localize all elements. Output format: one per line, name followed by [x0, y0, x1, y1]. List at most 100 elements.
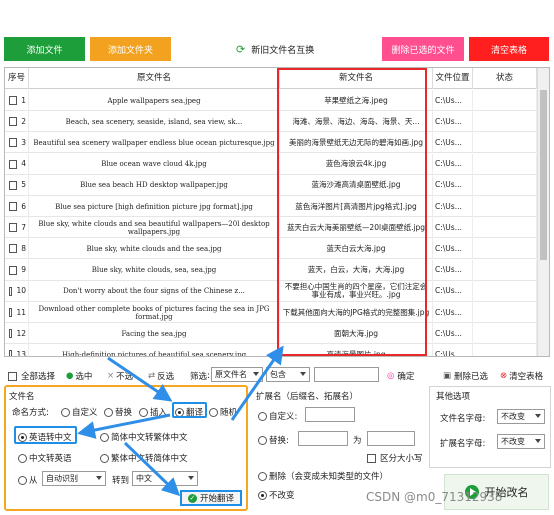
row-checkbox[interactable]: [9, 138, 18, 148]
fname-case-select[interactable]: 不改变: [497, 409, 545, 424]
ext-opt-no-change[interactable]: 不改变: [258, 489, 295, 501]
row-checkbox[interactable]: [9, 117, 18, 127]
row-checkbox[interactable]: [9, 223, 18, 233]
check-icon: ●: [66, 371, 74, 381]
row-status: [473, 90, 537, 111]
new-name-highlight: [277, 68, 427, 356]
ext-replace-to-input[interactable]: [367, 431, 415, 446]
ext-case-select[interactable]: 不改变: [497, 434, 545, 449]
row-index[interactable]: 13: [5, 344, 29, 356]
row-checkbox[interactable]: [9, 96, 18, 105]
chevron-down-icon: [300, 372, 306, 376]
row-location: C:\Us...: [433, 238, 473, 260]
row-checkbox[interactable]: [9, 159, 18, 169]
row-status: [473, 153, 537, 175]
row-index[interactable]: 11: [5, 302, 29, 323]
select-all-checkbox[interactable]: 全部选择: [8, 370, 55, 382]
filter-confirm-button[interactable]: ◎ 确定: [387, 370, 414, 382]
chevron-down-icon: [253, 372, 259, 376]
delete-checked-button[interactable]: ▣ 删除已选: [443, 370, 488, 382]
ext-opt-replace[interactable]: 替换:: [258, 434, 289, 446]
opt-simplified-to-traditional[interactable]: 简体中文转繁体中文: [100, 431, 188, 443]
row-original-name: Blue sky, white clouds and sea beautiful…: [29, 217, 280, 239]
row-index[interactable]: 12: [5, 323, 29, 345]
row-checkbox[interactable]: [9, 286, 13, 296]
row-checkbox[interactable]: [9, 329, 13, 339]
start-translate-button[interactable]: ✓ 开始翻译: [180, 490, 242, 506]
row-checkbox[interactable]: [9, 180, 18, 190]
row-checkbox[interactable]: [9, 308, 13, 317]
row-location: C:\Us...: [433, 132, 473, 154]
ext-opt-delete[interactable]: 删除（会变成未知类型的文件）: [258, 470, 388, 482]
row-status: [473, 238, 537, 260]
en-to-zh-highlight: [14, 426, 77, 444]
row-original-name: Blue sea picture [high definition pictur…: [29, 196, 280, 217]
naming-opt-replace[interactable]: 替换: [104, 406, 132, 418]
unselect-button[interactable]: × 不选: [107, 370, 133, 382]
invert-button[interactable]: ⇄ 反选: [148, 370, 174, 382]
swap-button[interactable]: ⟳ 新旧文件名互换: [236, 41, 314, 57]
row-index[interactable]: 2: [5, 111, 29, 133]
add-file-button[interactable]: 添加文件: [4, 37, 85, 61]
delete-selected-files-button[interactable]: 删除已选的文件: [382, 37, 464, 61]
to-language-select[interactable]: 中文: [132, 471, 198, 486]
filter-input[interactable]: [314, 367, 379, 382]
table-scrollbar[interactable]: [537, 68, 549, 356]
col-location: 文件位置: [433, 68, 473, 89]
row-status: [473, 259, 537, 281]
filename-panel-title: 文件名: [9, 392, 35, 402]
scrollbar-thumb[interactable]: [540, 90, 547, 260]
clear-table-button[interactable]: 清空表格: [469, 37, 549, 61]
row-index[interactable]: 8: [5, 238, 29, 260]
ext-replace-from-input[interactable]: [298, 431, 348, 446]
row-index[interactable]: 9: [5, 259, 29, 281]
row-status: [473, 302, 537, 323]
translate-highlight: [172, 402, 207, 418]
filter-op-select[interactable]: 包含: [266, 367, 310, 382]
trash-icon: ▣: [443, 371, 452, 381]
row-original-name: Don't worry about the four signs of the …: [29, 280, 280, 302]
opt-traditional-to-simplified[interactable]: 繁体中文转简体中文: [100, 452, 188, 464]
ext-case-checkbox[interactable]: 区分大小写: [367, 452, 423, 464]
ext-panel-title: 扩展名（后缀名、拓展名）: [256, 392, 359, 402]
row-location: C:\Us...: [433, 153, 473, 175]
row-index[interactable]: 1: [5, 90, 29, 111]
ext-case-label: 扩展名字母:: [440, 439, 486, 449]
invert-icon: ⇄: [148, 371, 156, 381]
row-original-name: Blue sea beach HD desktop wallpaper.jpg: [29, 174, 280, 196]
clear-list-button[interactable]: ⊗ 清空表格: [500, 370, 543, 382]
naming-label: 命名方式:: [12, 408, 49, 418]
row-status: [473, 217, 537, 239]
row-status: [473, 132, 537, 154]
row-index[interactable]: 6: [5, 196, 29, 217]
chevron-down-icon: [96, 476, 102, 480]
row-checkbox[interactable]: [9, 202, 18, 211]
row-original-name: Apple wallpapers sea.jpeg: [29, 90, 280, 111]
row-location: C:\Us...: [433, 344, 473, 356]
naming-opt-custom[interactable]: 自定义: [61, 406, 98, 418]
fname-case-label: 文件名字母:: [440, 414, 486, 424]
col-status: 状态: [473, 68, 537, 89]
naming-opt-insert[interactable]: 插入: [139, 406, 167, 418]
ext-opt-custom[interactable]: 自定义:: [258, 410, 297, 422]
filter-field-select[interactable]: 原文件名: [211, 367, 263, 382]
row-location: C:\Us...: [433, 90, 473, 111]
row-checkbox[interactable]: [9, 265, 18, 275]
select-button[interactable]: ● 选中: [66, 370, 92, 382]
row-index[interactable]: 7: [5, 217, 29, 239]
opt-zh-to-en[interactable]: 中文转英语: [18, 452, 72, 464]
row-index[interactable]: 5: [5, 174, 29, 196]
naming-opt-random[interactable]: 随机: [209, 406, 237, 418]
row-checkbox[interactable]: [9, 350, 13, 356]
row-index[interactable]: 10: [5, 280, 29, 302]
from-language-select[interactable]: 自动识别: [42, 471, 106, 486]
row-index[interactable]: 3: [5, 132, 29, 154]
row-status: [473, 280, 537, 302]
add-folder-button[interactable]: 添加文件夹: [90, 37, 171, 61]
row-location: C:\Us...: [433, 302, 473, 323]
ext-custom-input[interactable]: [305, 407, 355, 422]
row-location: C:\Us...: [433, 323, 473, 345]
row-index[interactable]: 4: [5, 153, 29, 175]
row-status: [473, 344, 537, 356]
row-checkbox[interactable]: [9, 244, 18, 254]
